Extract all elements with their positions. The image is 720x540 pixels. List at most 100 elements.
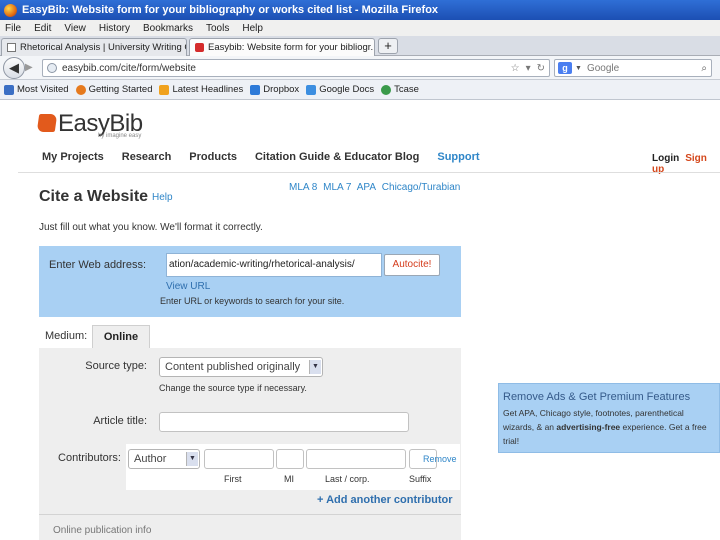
easybib-logo-icon — [36, 114, 58, 132]
bookmark-google-docs[interactable]: Google Docs — [306, 84, 374, 95]
menu-tools[interactable]: Tools — [206, 23, 229, 34]
bookmark-dropbox[interactable]: Dropbox — [250, 84, 299, 95]
style-mla8[interactable]: MLA 8 — [289, 182, 317, 193]
remove-contributor-link[interactable]: Remove — [423, 454, 457, 464]
article-title-input[interactable] — [159, 412, 409, 432]
medium-label: Medium: — [45, 330, 88, 342]
site-identity-icon[interactable] — [47, 63, 57, 73]
nav-support[interactable]: Support — [437, 151, 479, 163]
tab-online[interactable]: Online — [92, 325, 150, 349]
first-name-input[interactable] — [204, 449, 274, 469]
style-apa[interactable]: APA — [357, 182, 376, 193]
google-docs-icon — [306, 84, 317, 95]
menu-view[interactable]: View — [64, 23, 86, 34]
new-tab-button[interactable]: + — [378, 38, 398, 54]
url-bar[interactable]: easybib.com/cite/form/website ☆ ▾ ↻ — [42, 59, 550, 77]
source-type-select[interactable]: Content published originally ▼ — [159, 357, 323, 377]
reload-icon[interactable]: ↻ — [537, 63, 545, 74]
suffix-label: Suffix — [409, 474, 432, 484]
nav-citation-guide[interactable]: Citation Guide & Educator Blog — [255, 151, 419, 163]
style-mla7[interactable]: MLA 7 — [323, 182, 351, 193]
bookmark-getting-started[interactable]: Getting Started — [75, 84, 152, 95]
nav-research[interactable]: Research — [122, 151, 172, 163]
nav-products[interactable]: Products — [189, 151, 237, 163]
bookmark-label: Tcase — [394, 84, 419, 95]
window-titlebar: EasyBib: Website form for your bibliogra… — [0, 0, 720, 20]
article-title-label: Article title: — [93, 415, 147, 427]
web-address-hint: Enter URL or keywords to search for your… — [160, 296, 345, 306]
premium-promo-box[interactable]: Remove Ads & Get Premium Features Get AP… — [498, 383, 720, 453]
google-logo-icon: g — [558, 62, 572, 74]
bookmark-label: Most Visited — [17, 84, 69, 95]
bookmark-label: Google Docs — [319, 84, 375, 95]
page-favicon-icon — [7, 43, 16, 52]
search-engine-dropdown-icon[interactable]: ▼ — [575, 65, 582, 72]
back-button[interactable]: ◀ — [3, 57, 25, 79]
menu-edit[interactable]: Edit — [34, 23, 51, 34]
url-text: easybib.com/cite/form/website — [62, 62, 196, 74]
tcase-icon — [381, 84, 392, 95]
tab-rhetorical-analysis[interactable]: Rhetorical Analysis | University Writing… — [1, 38, 187, 56]
autocite-button[interactable]: Autocite! — [384, 254, 440, 276]
bookmark-most-visited[interactable]: Most Visited — [4, 84, 69, 95]
firefox-icon — [4, 3, 17, 17]
search-placeholder: Google — [586, 62, 620, 74]
menu-bookmarks[interactable]: Bookmarks — [143, 23, 193, 34]
web-address-label: Enter Web address: — [49, 259, 147, 271]
last-name-input[interactable] — [306, 449, 406, 469]
first-name-label: First — [224, 474, 242, 484]
source-type-value: Content published originally — [165, 361, 301, 373]
intro-text: Just fill out what you know. We'll forma… — [39, 222, 263, 233]
tab-label: Easybib: Website form for your bibliogr.… — [208, 42, 375, 53]
online-publication-info-heading[interactable]: Online publication info — [53, 525, 151, 536]
tab-easybib[interactable]: Easybib: Website form for your bibliogr.… — [189, 38, 375, 56]
contributors-label: Contributors: — [58, 452, 121, 464]
chevron-down-icon: ▼ — [186, 452, 198, 466]
login-link[interactable]: Login — [652, 153, 679, 164]
medium-tabs: Medium: Online — [39, 325, 461, 349]
chevron-down-icon: ▼ — [309, 360, 321, 374]
menu-history[interactable]: History — [99, 23, 130, 34]
most-visited-icon — [4, 84, 14, 95]
menu-file[interactable]: File — [5, 23, 21, 34]
bookmark-star-icon[interactable]: ☆ — [511, 63, 520, 74]
add-contributor-link[interactable]: + Add another contributor — [317, 494, 453, 506]
bookmark-latest-headlines[interactable]: Latest Headlines — [159, 84, 243, 95]
firefox-icon — [75, 84, 86, 95]
citation-style-links: MLA 8 MLA 7 APA Chicago/Turabian — [289, 182, 463, 193]
search-bar[interactable]: g ▼ Google ⌕ — [554, 59, 712, 77]
view-url-link[interactable]: View URL — [166, 281, 210, 292]
tab-strip: Rhetorical Analysis | University Writing… — [0, 36, 720, 56]
bookmark-tcase[interactable]: Tcase — [381, 84, 419, 95]
help-link[interactable]: Help — [152, 192, 173, 203]
contributor-row: Author ▼ First MI Last / corp. Suffix — [126, 444, 460, 490]
source-type-help: Change the source type if necessary. — [159, 383, 307, 393]
middle-initial-input[interactable] — [276, 449, 304, 469]
promo-title[interactable]: Remove Ads & Get Premium Features — [503, 391, 690, 403]
citation-form: Source type: Content published originall… — [39, 348, 461, 540]
rss-icon — [159, 84, 170, 95]
nav-my-projects[interactable]: My Projects — [42, 151, 104, 163]
web-address-input[interactable]: ation/academic-writing/rhetorical-analys… — [166, 253, 382, 277]
nav-divider — [18, 172, 720, 173]
bookmark-label: Dropbox — [263, 84, 300, 95]
search-icon[interactable]: ⌕ — [701, 63, 707, 74]
main-nav: My Projects Research Products Citation G… — [42, 151, 498, 163]
style-chicago[interactable]: Chicago/Turabian — [382, 182, 461, 193]
dropdown-arrow-icon[interactable]: ▾ — [526, 63, 531, 74]
promo-body: Get APA, Chicago style, footnotes, paren… — [503, 406, 715, 448]
dropbox-icon — [250, 84, 261, 95]
source-type-label: Source type: — [85, 360, 147, 372]
promo-bold-text: advertising-free — [556, 422, 621, 432]
last-name-label: Last / corp. — [325, 474, 370, 484]
forward-button[interactable]: ▶ — [25, 61, 39, 75]
form-divider — [39, 514, 461, 515]
contributor-role-value: Author — [134, 453, 167, 465]
middle-initial-label: MI — [284, 474, 294, 484]
window-title: EasyBib: Website form for your bibliogra… — [22, 4, 439, 16]
easybib-favicon-icon — [195, 43, 204, 52]
logo-tagline: by imagine easy — [98, 133, 142, 139]
menu-help[interactable]: Help — [242, 23, 263, 34]
contributor-role-select[interactable]: Author ▼ — [128, 449, 200, 469]
bookmark-label: Latest Headlines — [172, 84, 244, 95]
